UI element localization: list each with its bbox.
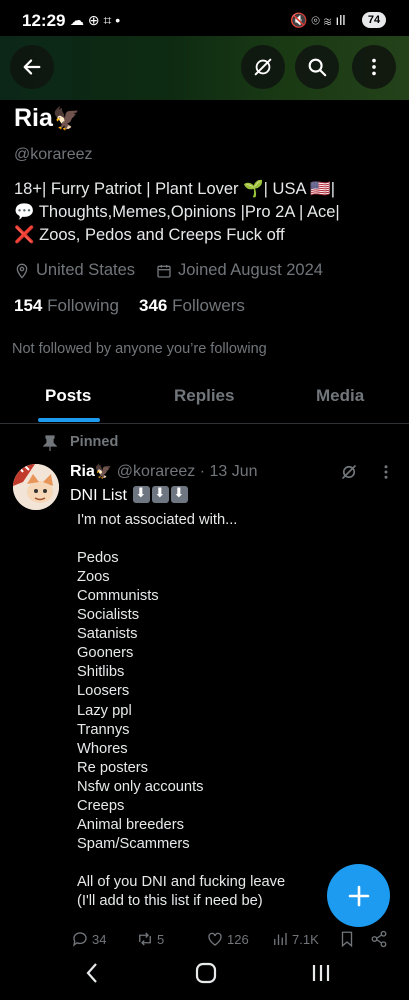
post-more-icon[interactable] <box>377 463 395 481</box>
post-body-line: Socialists <box>77 607 140 624</box>
bio-line-1: 18+| Furry Patriot | Plant Lover 🌱| USA … <box>14 180 335 198</box>
bio-line-2: 💬 Thoughts,Memes,Opinions |Pro 2A | Ace| <box>14 203 340 221</box>
post-body-line: I'm not associated with... <box>77 512 238 528</box>
more-vertical-icon <box>372 58 376 76</box>
pinned-label: Pinned <box>70 434 119 450</box>
active-tab-indicator <box>38 418 100 422</box>
post-body-line: Trannys <box>77 721 130 738</box>
location-pin-icon <box>16 263 28 279</box>
post-body-line: Re posters <box>77 759 149 776</box>
repost-button[interactable]: 5 <box>136 930 164 948</box>
pin-icon <box>43 435 57 451</box>
search-icon <box>308 58 327 77</box>
eagle-emoji-icon: 🦅 <box>94 463 113 479</box>
share-icon[interactable] <box>370 930 388 948</box>
tab-media[interactable]: Media <box>316 386 364 406</box>
profile-joined: Joined August 2024 <box>156 261 323 280</box>
tab-posts[interactable]: Posts <box>45 386 91 406</box>
followers-label: Followers <box>172 296 245 315</box>
profile-handle: @korareez <box>14 146 93 163</box>
back-arrow-icon <box>23 59 41 75</box>
eagle-emoji-icon: 🦅 <box>52 106 81 131</box>
battery-indicator: 74 <box>362 12 386 28</box>
more-options-button[interactable] <box>352 45 396 89</box>
system-nav-bar <box>0 952 409 1000</box>
post-body-line: Shitlibs <box>77 664 125 681</box>
following-label: Following <box>47 296 119 315</box>
avatar[interactable] <box>13 464 59 510</box>
search-button[interactable] <box>295 45 339 89</box>
avatar-image <box>13 464 59 510</box>
grok-post-icon[interactable] <box>340 463 358 481</box>
post-body-line: Nsfw only accounts <box>77 778 204 795</box>
status-time: 12:29 <box>22 11 66 30</box>
views-chart-icon <box>274 933 287 945</box>
compose-button[interactable] <box>327 864 390 927</box>
post-body-line: Whores <box>77 740 128 757</box>
repost-count: 5 <box>157 931 165 947</box>
post-body-line: Creeps <box>77 797 125 814</box>
like-count: 126 <box>227 931 249 947</box>
profile-banner <box>0 36 409 100</box>
down-arrow-icon <box>133 485 151 503</box>
post-title-text: DNI List <box>70 487 127 504</box>
following-link[interactable]: 154 Following <box>14 296 119 316</box>
post-body-line: (I'll add to this list if need be) <box>77 893 263 909</box>
post-body-line: Satanists <box>77 626 138 643</box>
nav-home-icon[interactable] <box>195 962 217 984</box>
followers-link[interactable]: 346 Followers <box>139 296 245 316</box>
tabs-divider <box>0 423 409 424</box>
profile-name: Ria🦅 <box>14 104 80 133</box>
post-date[interactable]: · 13 Jun <box>200 463 258 480</box>
down-arrow-icon <box>152 485 170 503</box>
views-count: 7.1K <box>292 931 319 947</box>
down-arrow-icon <box>171 485 189 503</box>
location-text: United States <box>36 261 136 279</box>
calendar-icon <box>157 264 171 278</box>
post-body-line: Lazy ppl <box>77 702 132 719</box>
post-author-handle[interactable]: @korareez <box>117 463 196 480</box>
reply-button[interactable]: 34 <box>71 930 106 948</box>
nav-recents-icon[interactable] <box>310 962 332 984</box>
post-title: DNI List <box>70 485 189 505</box>
grok-icon <box>254 58 272 76</box>
post-body-line: Communists <box>77 588 159 605</box>
like-button[interactable]: 126 <box>206 930 249 948</box>
profile-location: United States <box>14 261 135 280</box>
grok-button[interactable] <box>241 45 285 89</box>
bookmark-icon[interactable] <box>338 930 356 948</box>
reply-count: 34 <box>92 931 107 947</box>
status-bar: 12:29 ☁ ⊕ ⌗ • 🔇 ⌾ ≋ ıll 74 <box>0 0 409 40</box>
post-author-name[interactable]: Ria <box>70 463 95 480</box>
joined-text: Joined August 2024 <box>178 261 323 279</box>
signal-icons: 🔇 ⌾ ≋ ıll <box>290 12 346 28</box>
following-count: 154 <box>14 296 43 315</box>
profile-name-text: Ria <box>14 104 53 132</box>
heart-icon <box>208 932 222 946</box>
reply-icon <box>72 932 87 947</box>
post-body-line: Loosers <box>77 683 130 700</box>
bio-line-3: ❌ Zoos, Pedos and Creeps Fuck off <box>14 226 285 244</box>
post-body-line: Gooners <box>77 645 134 662</box>
not-followed-notice: Not followed by anyone you’re following <box>12 341 267 357</box>
nav-back-icon[interactable] <box>84 962 100 984</box>
notification-icons: ☁ ⊕ ⌗ • <box>70 12 121 28</box>
views-button[interactable]: 7.1K <box>271 930 319 948</box>
post-body-line: Animal breeders <box>77 816 184 833</box>
post-body-line: All of you DNI and fucking leave <box>77 873 286 890</box>
post-header: Ria🦅 @korareez · 13 Jun <box>70 463 258 481</box>
back-button[interactable] <box>10 45 54 89</box>
tab-replies[interactable]: Replies <box>174 386 234 406</box>
post-body-line: Spam/Scammers <box>77 835 190 852</box>
post-body-line: Pedos <box>77 550 119 567</box>
repost-icon <box>139 932 151 946</box>
post-body-line: Zoos <box>77 569 110 586</box>
plus-icon <box>348 885 369 906</box>
followers-count: 346 <box>139 296 168 315</box>
